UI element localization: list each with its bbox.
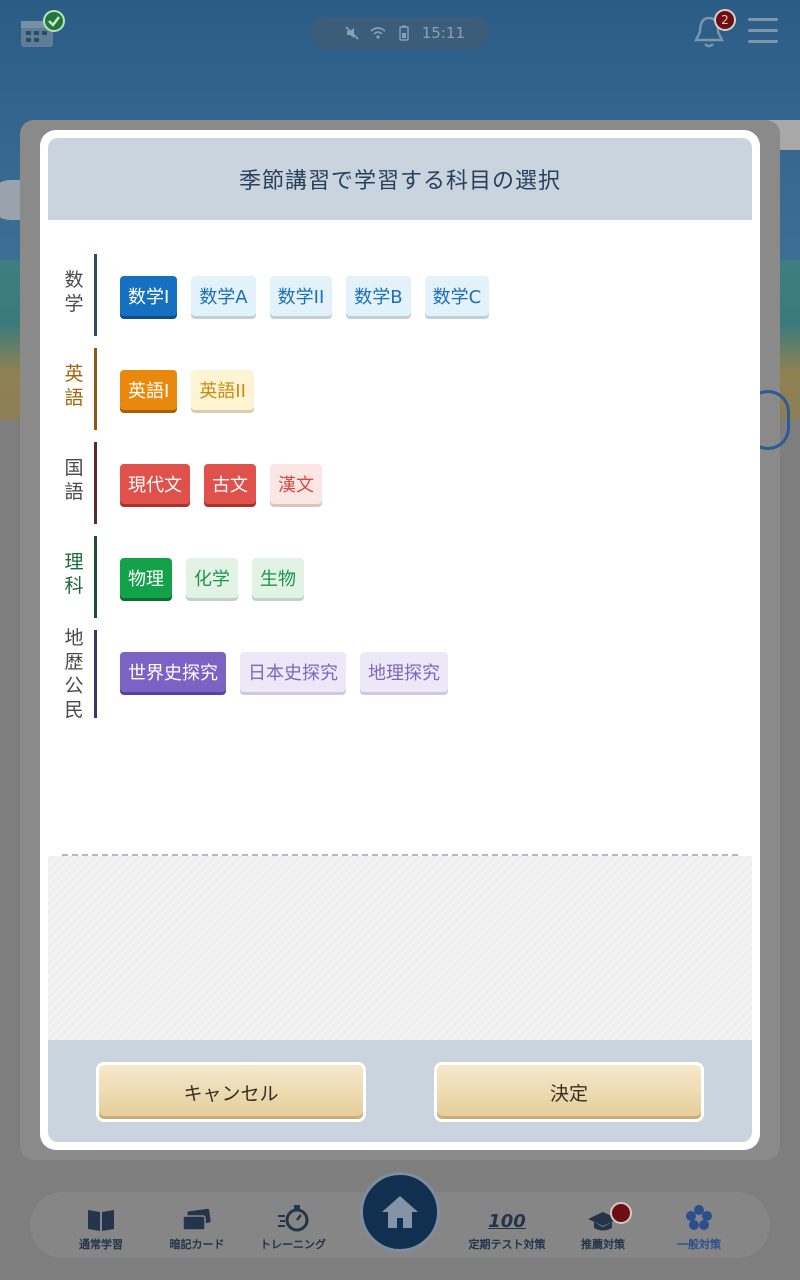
subject-divider (94, 536, 97, 618)
check-icon (43, 10, 65, 32)
cancel-button[interactable]: キャンセル (96, 1062, 366, 1122)
menu-icon[interactable] (748, 18, 778, 46)
chip-modern-japanese[interactable]: 現代文 (120, 464, 190, 504)
chip-classical-japanese[interactable]: 古文 (204, 464, 256, 504)
home-icon (382, 1196, 418, 1228)
chip-classical-chinese[interactable]: 漢文 (270, 464, 322, 504)
subject-label: 国語 (64, 457, 84, 503)
nav-item-flash-cards[interactable]: 暗記カード (147, 1204, 247, 1252)
dialog-header: 季節講習で学習する科目の選択 (48, 138, 752, 220)
chip-group-social-studies: 世界史探究 日本史探究 地理探究 (120, 652, 448, 692)
subject-divider (94, 348, 97, 430)
chip-english-2[interactable]: 英語II (191, 370, 254, 410)
chip-math-2[interactable]: 数学II (269, 276, 333, 316)
subject-label: 理科 (64, 551, 84, 597)
chip-math-a[interactable]: 数学A (191, 276, 256, 316)
chip-math-c[interactable]: 数学C (424, 276, 490, 316)
nav-item-recommendation[interactable]: 推薦対策 (553, 1204, 653, 1252)
chip-group-science: 物理 化学 生物 (120, 558, 304, 598)
chip-math-1[interactable]: 数学I (120, 276, 178, 316)
subject-label: 英語 (64, 363, 84, 409)
wifi-icon (370, 25, 386, 41)
nav-item-regular-study[interactable]: 通常学習 (51, 1204, 151, 1252)
chip-biology[interactable]: 生物 (252, 558, 304, 598)
subject-label: 数学 (64, 269, 84, 315)
selection-preview-area (48, 856, 752, 1050)
subject-label: 地歴公民 (64, 627, 84, 721)
chip-english-1[interactable]: 英語I (120, 370, 178, 410)
notification-badge: 2 (714, 9, 736, 31)
top-bar: 15:11 2 (0, 0, 800, 70)
chip-group-math: 数学I 数学A 数学II 数学B 数学C (120, 276, 490, 316)
chip-chemistry[interactable]: 化学 (186, 558, 238, 598)
chip-world-history[interactable]: 世界史探究 (120, 652, 226, 692)
notification-dot (610, 1202, 632, 1224)
subject-divider (94, 630, 97, 718)
dialog-footer: キャンセル 決定 (48, 1040, 752, 1142)
chip-group-japanese: 現代文 古文 漢文 (120, 464, 322, 504)
chip-math-b[interactable]: 数学B (346, 276, 411, 316)
subject-divider (94, 442, 97, 524)
dialog-body: 季節講習で学習する科目の選択 数学 数学I 数学A 数学II 数学B 数学C 英… (48, 138, 752, 1142)
book-icon (51, 1204, 151, 1232)
home-button[interactable] (360, 1172, 440, 1252)
nav-item-periodic-test[interactable]: 100 定期テスト対策 (457, 1204, 557, 1252)
chip-geography[interactable]: 地理探究 (360, 652, 448, 692)
score-100-icon: 100 (488, 1211, 526, 1232)
cancel-button-label: キャンセル (99, 1065, 363, 1119)
cherry-blossom-icon (649, 1204, 749, 1232)
subject-divider (94, 254, 97, 336)
graduation-cap-icon (553, 1204, 653, 1232)
dialog-title: 季節講習で学習する科目の選択 (238, 169, 561, 194)
cards-icon (147, 1204, 247, 1232)
confirm-button-label: 決定 (437, 1065, 701, 1119)
subject-selection-dialog: 季節講習で学習する科目の選択 数学 数学I 数学A 数学II 数学B 数学C 英… (40, 130, 760, 1150)
mute-icon (344, 25, 360, 41)
stopwatch-icon (243, 1204, 343, 1232)
nav-item-general[interactable]: 一般対策 (649, 1204, 749, 1252)
status-time: 15:11 (421, 24, 465, 42)
battery-icon (396, 25, 412, 41)
status-bar: 15:11 (311, 17, 489, 49)
confirm-button[interactable]: 決定 (434, 1062, 704, 1122)
nav-item-training[interactable]: トレーニング (243, 1204, 343, 1252)
chip-japanese-history[interactable]: 日本史探究 (240, 652, 346, 692)
chip-group-english: 英語I 英語II (120, 370, 254, 410)
chip-physics[interactable]: 物理 (120, 558, 172, 598)
